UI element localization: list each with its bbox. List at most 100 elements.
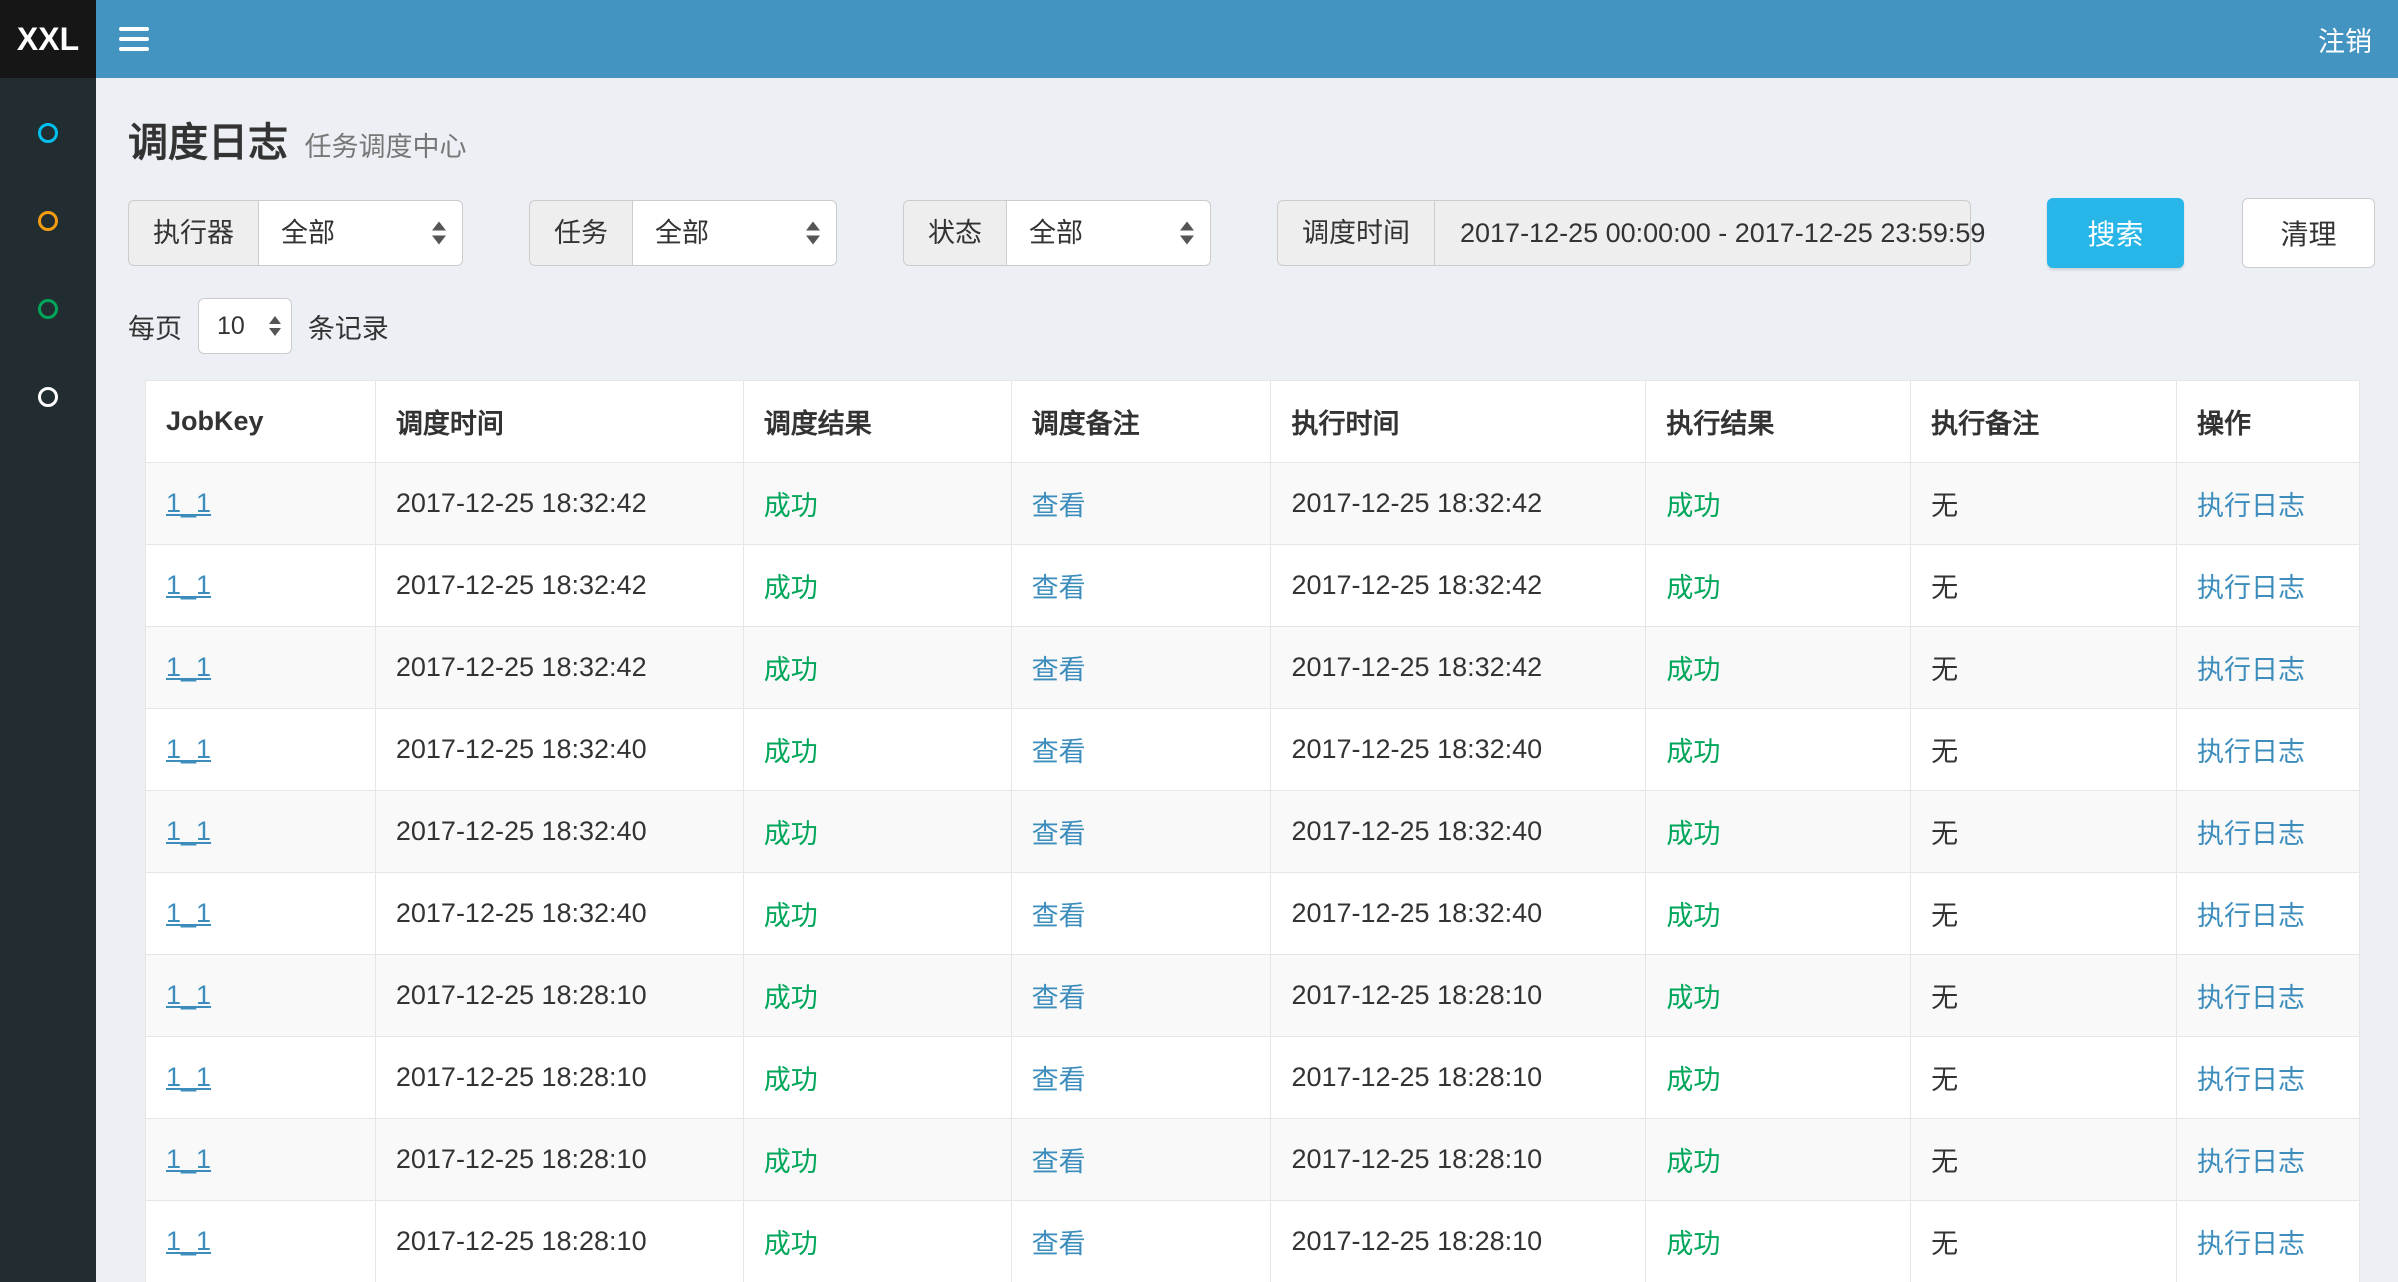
handle-time-cell: 2017-12-25 18:28:10 [1271, 1037, 1646, 1119]
handle-result-text: 成功 [1666, 737, 1720, 767]
status-select[interactable]: 全部 [1006, 200, 1211, 266]
job-filter-label: 任务 [529, 200, 632, 266]
page-header: 调度日志 任务调度中心 [128, 110, 2375, 168]
exec-log-link[interactable]: 执行日志 [2197, 1147, 2305, 1177]
status-select-value: 全部 [1029, 218, 1083, 248]
jobkey-link[interactable]: 1_1 [166, 1062, 211, 1092]
page-size-suffix: 条记录 [308, 307, 389, 346]
exec-log-link[interactable]: 执行日志 [2197, 491, 2305, 521]
app-logo: XXL [0, 0, 96, 78]
page-size-prefix: 每页 [128, 307, 182, 346]
table-row: 1_1 2017-12-25 18:32:42 成功 查看 2017-12-25… [146, 627, 2360, 709]
handle-msg-cell: 无 [1911, 709, 2177, 791]
handle-msg-cell: 无 [1911, 1119, 2177, 1201]
col-header-handle-time: 执行时间 [1271, 381, 1646, 463]
handle-time-cell: 2017-12-25 18:28:10 [1271, 955, 1646, 1037]
status-filter-label: 状态 [903, 200, 1006, 266]
handle-time-cell: 2017-12-25 18:32:42 [1271, 463, 1646, 545]
executor-filter-label: 执行器 [128, 200, 258, 266]
jobkey-link[interactable]: 1_1 [166, 980, 211, 1010]
sidebar-toggle-button[interactable] [96, 0, 172, 78]
col-header-handle-result: 执行结果 [1646, 381, 1911, 463]
jobkey-link[interactable]: 1_1 [166, 488, 211, 518]
jobkey-link[interactable]: 1_1 [166, 816, 211, 846]
handle-result-text: 成功 [1666, 901, 1720, 931]
trigger-msg-link[interactable]: 查看 [1032, 573, 1086, 603]
handle-time-cell: 2017-12-25 18:32:42 [1271, 545, 1646, 627]
circle-icon [38, 211, 58, 231]
time-range-input[interactable]: 2017-12-25 00:00:00 - 2017-12-25 23:59:5… [1434, 200, 1971, 266]
trigger-msg-link[interactable]: 查看 [1032, 819, 1086, 849]
col-header-trigger-result: 调度结果 [743, 381, 1011, 463]
sidebar-item-4[interactable] [18, 386, 78, 408]
sidebar [0, 78, 96, 1282]
trigger-time-cell: 2017-12-25 18:28:10 [375, 1119, 743, 1201]
handle-time-cell: 2017-12-25 18:28:10 [1271, 1119, 1646, 1201]
job-select-value: 全部 [655, 218, 709, 248]
jobkey-link[interactable]: 1_1 [166, 1144, 211, 1174]
sidebar-item-3[interactable] [18, 298, 78, 320]
exec-log-link[interactable]: 执行日志 [2197, 1065, 2305, 1095]
page-size-bar: 每页 10 条记录 [128, 298, 2375, 354]
exec-log-link[interactable]: 执行日志 [2197, 819, 2305, 849]
trigger-msg-link[interactable]: 查看 [1032, 901, 1086, 931]
handle-time-cell: 2017-12-25 18:32:40 [1271, 791, 1646, 873]
trigger-time-cell: 2017-12-25 18:32:42 [375, 545, 743, 627]
job-filter-group: 任务 全部 [529, 200, 837, 266]
jobkey-link[interactable]: 1_1 [166, 1226, 211, 1256]
handle-result-text: 成功 [1666, 573, 1720, 603]
page-title: 调度日志 [128, 121, 288, 165]
trigger-time-cell: 2017-12-25 18:32:40 [375, 873, 743, 955]
jobkey-link[interactable]: 1_1 [166, 734, 211, 764]
sidebar-item-2[interactable] [18, 210, 78, 232]
exec-log-link[interactable]: 执行日志 [2197, 901, 2305, 931]
trigger-result-text: 成功 [764, 573, 818, 603]
table-row: 1_1 2017-12-25 18:32:42 成功 查看 2017-12-25… [146, 545, 2360, 627]
filter-bar: 执行器 全部 任务 全部 状态 全部 [128, 198, 2375, 268]
main-content: 调度日志 任务调度中心 执行器 全部 任务 全部 状态 [96, 78, 2398, 1282]
exec-log-link[interactable]: 执行日志 [2197, 573, 2305, 603]
trigger-result-text: 成功 [764, 901, 818, 931]
sidebar-item-1[interactable] [18, 122, 78, 144]
page-subtitle: 任务调度中心 [304, 132, 466, 162]
trigger-msg-link[interactable]: 查看 [1032, 737, 1086, 767]
exec-log-link[interactable]: 执行日志 [2197, 737, 2305, 767]
search-button[interactable]: 搜索 [2047, 198, 2184, 268]
executor-select[interactable]: 全部 [258, 200, 463, 266]
top-navbar: XXL 注销 [0, 0, 2398, 78]
exec-log-link[interactable]: 执行日志 [2197, 655, 2305, 685]
trigger-msg-link[interactable]: 查看 [1032, 1065, 1086, 1095]
circle-icon [38, 387, 58, 407]
circle-icon [38, 123, 58, 143]
jobkey-link[interactable]: 1_1 [166, 652, 211, 682]
table-row: 1_1 2017-12-25 18:28:10 成功 查看 2017-12-25… [146, 955, 2360, 1037]
trigger-msg-link[interactable]: 查看 [1032, 655, 1086, 685]
col-header-jobkey: JobKey [146, 381, 376, 463]
time-filter-group: 调度时间 2017-12-25 00:00:00 - 2017-12-25 23… [1277, 200, 1971, 266]
trigger-msg-link[interactable]: 查看 [1032, 983, 1086, 1013]
trigger-result-text: 成功 [764, 983, 818, 1013]
trigger-time-cell: 2017-12-25 18:28:10 [375, 1037, 743, 1119]
status-filter-group: 状态 全部 [903, 200, 1211, 266]
col-header-action: 操作 [2177, 381, 2360, 463]
handle-result-text: 成功 [1666, 983, 1720, 1013]
jobkey-link[interactable]: 1_1 [166, 898, 211, 928]
jobkey-link[interactable]: 1_1 [166, 570, 211, 600]
handle-msg-cell: 无 [1911, 1201, 2177, 1282]
exec-log-link[interactable]: 执行日志 [2197, 1229, 2305, 1259]
job-select[interactable]: 全部 [632, 200, 837, 266]
trigger-msg-link[interactable]: 查看 [1032, 491, 1086, 521]
trigger-msg-link[interactable]: 查看 [1032, 1229, 1086, 1259]
handle-msg-cell: 无 [1911, 463, 2177, 545]
logout-link[interactable]: 注销 [2292, 0, 2398, 78]
page-size-select[interactable]: 10 [198, 298, 292, 354]
handle-msg-cell: 无 [1911, 791, 2177, 873]
clear-button[interactable]: 清理 [2242, 198, 2375, 268]
handle-msg-cell: 无 [1911, 1037, 2177, 1119]
handle-time-cell: 2017-12-25 18:32:40 [1271, 873, 1646, 955]
trigger-time-cell: 2017-12-25 18:32:42 [375, 463, 743, 545]
log-table: JobKey 调度时间 调度结果 调度备注 执行时间 执行结果 执行备注 操作 … [145, 380, 2360, 1282]
col-header-trigger-msg: 调度备注 [1011, 381, 1271, 463]
trigger-msg-link[interactable]: 查看 [1032, 1147, 1086, 1177]
exec-log-link[interactable]: 执行日志 [2197, 983, 2305, 1013]
